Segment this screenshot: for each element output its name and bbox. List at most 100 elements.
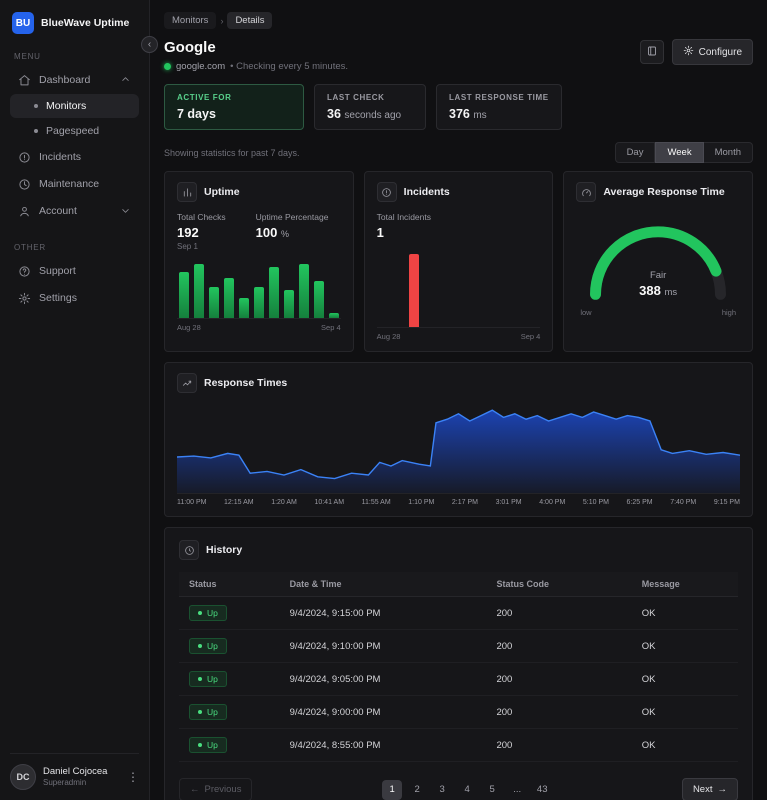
history-row: Up 9/4/2024, 9:00:00 PM 200 OK [179,695,738,729]
card-title: Incidents [403,186,450,198]
status-badge: Up [189,704,227,720]
sidebar-item-monitors[interactable]: Monitors [10,94,139,118]
x-axis-label: 2:17 PM [451,499,478,506]
monitor-status-dot [164,63,171,70]
uptime-bar-chart [177,261,341,319]
sidebar-item-pagespeed[interactable]: Pagespeed [10,119,139,143]
status-dot-icon [198,743,202,747]
history-cell-message: OK [631,728,738,762]
column-header-datetime: Date & Time [279,572,487,597]
arrow-right-icon: → [717,784,727,795]
user-menu-button[interactable]: ⋮ [127,770,139,784]
pagination-page-button[interactable]: 3 [432,780,452,800]
history-cell-status: Up [179,728,280,762]
card-title: Average Response Time [603,186,725,198]
bar-chart-icon [177,182,197,202]
stat-value: 7 days [177,107,216,121]
pagination-ellipsis: ... [507,780,527,800]
status-dot-icon [198,611,202,615]
breadcrumb: Monitors › Details [164,12,753,29]
sidebar-item-dashboard[interactable]: Dashboard [10,67,139,93]
history-table-body: Up 9/4/2024, 9:15:00 PM 200 OK Up 9/4/2024, 9… [179,596,738,762]
sidebar-item-support[interactable]: Support [10,258,139,284]
checking-note: • Checking every 5 minutes. [230,61,349,72]
configure-button[interactable]: Configure [671,39,753,65]
user-name: Daniel Cojocea [43,765,108,777]
pagination-page-button[interactable]: 43 [532,780,552,800]
gauge-high-label: high [721,308,736,317]
history-row: Up 9/4/2024, 9:15:00 PM 200 OK [179,596,738,630]
pagination-page-button[interactable]: 2 [407,780,427,800]
previous-page-button[interactable]: ← Previous [179,778,253,800]
pagination-page-button[interactable]: 1 [382,779,403,800]
sidebar-item-maintenance[interactable]: Maintenance [10,171,139,197]
bullet-icon [34,104,38,108]
history-cell-datetime: 9/4/2024, 9:00:00 PM [279,695,487,729]
alert-circle-icon [376,182,397,202]
uptime-bar [283,289,294,318]
x-axis-label: 9:15 PM [713,499,740,506]
breadcrumb-monitors[interactable]: Monitors [164,12,217,29]
sidebar-collapse-button[interactable]: ‹ [141,36,158,53]
gear-icon [683,45,694,59]
alert-circle-icon [17,150,31,164]
details-panel-button[interactable] [639,40,664,64]
column-header-status: Status [179,572,280,597]
range-month-button[interactable]: Month [703,142,753,163]
uptime-bar [223,278,234,318]
history-table: Status Date & Time Status Code Message U… [179,572,738,762]
history-card: History Status Date & Time Status Code M… [164,527,753,800]
sidebar-item-account[interactable]: Account [10,198,139,224]
status-badge: Up [189,737,227,753]
sidebar-item-label: Dashboard [39,74,91,86]
sidebar-item-label: Monitors [46,100,87,112]
x-axis-label: 1:20 AM [271,499,297,506]
card-title: Uptime [204,186,240,198]
sidebar-item-label: Pagespeed [46,125,100,137]
pagination-page-button[interactable]: 4 [457,780,477,800]
other-section-label: OTHER [14,243,46,252]
card-title: History [206,544,243,556]
pagination: ← Previous 1 2 3 4 5... 43 Next → [179,778,738,800]
history-cell-code: 200 [486,662,632,696]
app-logo: BU [12,12,34,34]
uptime-bar [193,263,204,318]
x-axis-end: Sep 4 [520,332,541,341]
sidebar-item-incidents[interactable]: Incidents [10,144,139,170]
stats-caption: Showing statistics for past 7 days. [164,147,300,158]
range-day-button[interactable]: Day [614,142,656,163]
x-axis-label: 1:10 PM [408,499,435,506]
pagination-page-button[interactable]: 5 [482,780,502,800]
history-cell-datetime: 9/4/2024, 8:55:00 PM [279,728,487,762]
uptime-pct-label: Uptime Percentage [255,212,329,222]
person-icon [17,204,31,218]
history-cell-status: Up [179,695,280,729]
sidebar-item-settings[interactable]: Settings [10,285,139,311]
status-badge: Up [189,671,227,687]
stat-label: LAST RESPONSE TIME [449,93,549,102]
range-week-button[interactable]: Week [655,142,704,163]
history-cell-datetime: 9/4/2024, 9:10:00 PM [279,629,487,663]
uptime-bar [253,286,264,318]
x-axis-label: 10:41 AM [314,499,345,506]
next-page-button[interactable]: Next → [681,778,738,800]
total-checks-sub: Sep 1 [177,242,198,251]
monitor-url: google.com [176,61,226,72]
status-badge: Up [189,605,227,621]
incidents-bar-chart [376,250,541,328]
status-badge: Up [189,638,227,654]
uptime-bar [298,263,309,318]
history-cell-code: 200 [486,629,632,663]
history-cell-status: Up [179,662,280,696]
history-cell-status: Up [179,629,280,663]
stat-card-last-response: LAST RESPONSE TIME 376 ms [436,84,562,130]
panel-icon [646,45,658,60]
x-axis-label: 5:10 PM [582,499,609,506]
dashboard-icon [17,73,31,87]
response-times-card: Response Times 11:00 PM 12:15 AM 1:20 AM 10… [164,362,753,517]
x-axis-label: 7:40 PM [670,499,697,506]
total-incidents-label: Total Incidents [376,212,431,222]
gauge-icon [576,182,597,202]
stat-card-last-check: LAST CHECK 36 seconds ago [314,84,426,130]
uptime-bar [179,272,189,318]
